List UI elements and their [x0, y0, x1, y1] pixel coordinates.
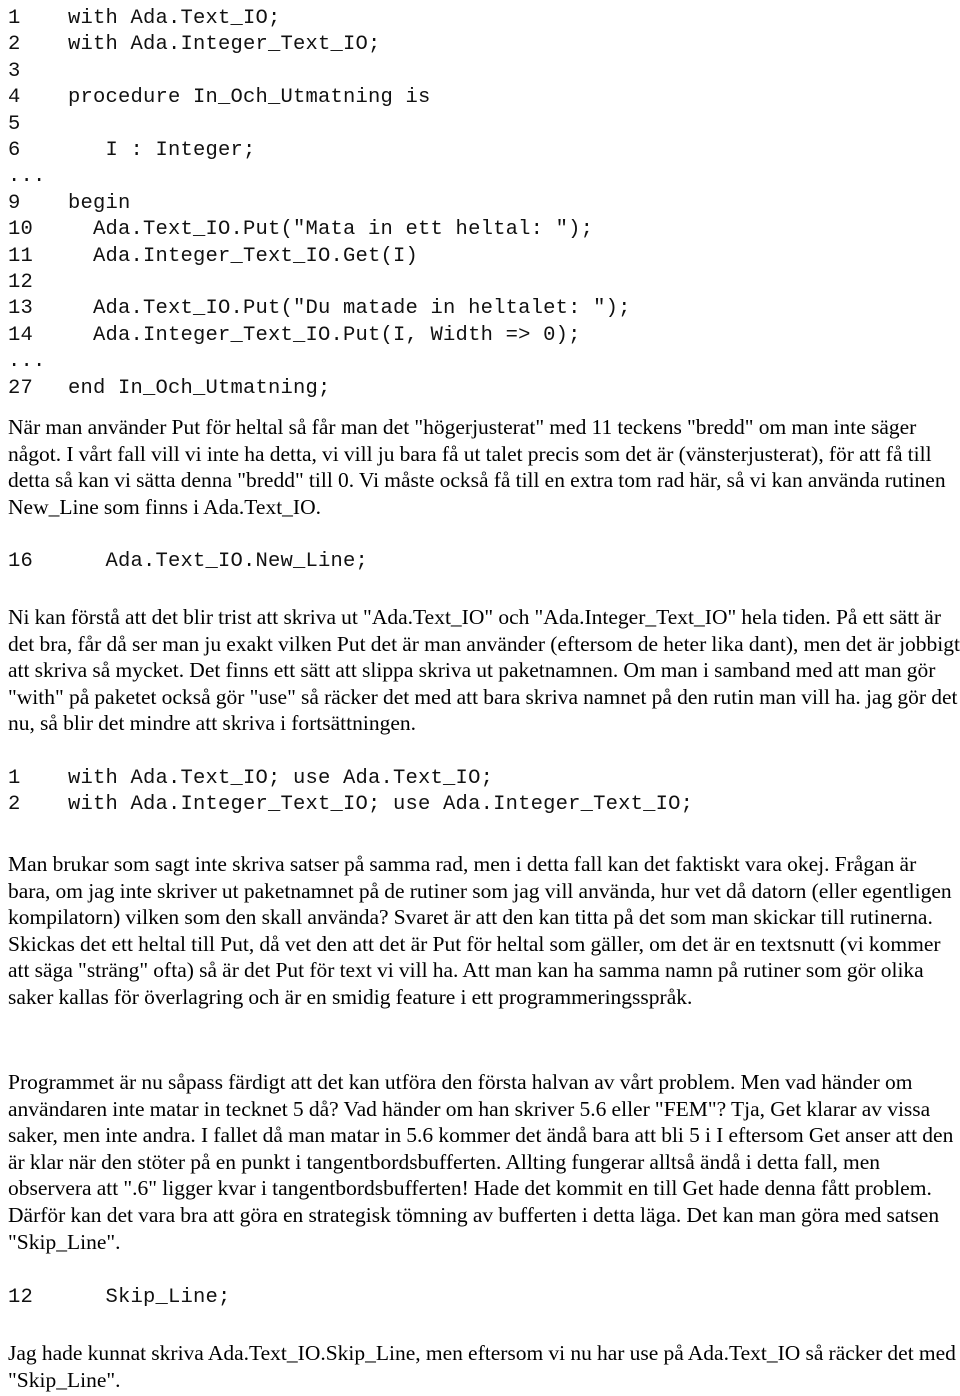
code-line-number: 16	[8, 550, 34, 573]
code-line-source: begin	[68, 191, 131, 215]
code-line-number: 10	[8, 218, 34, 242]
code-line-source: with Ada.Text_IO;	[68, 7, 281, 30]
code-line: 27 end In_Och_Utmatning;	[0, 376, 960, 402]
paragraph-with-use: Ni kan förstå att det blir trist att skr…	[8, 605, 960, 736]
document-page: 1 with Ada.Text_IO; 2 with Ada.Integer_Text…	[0, 0, 960, 1396]
code-line-source: with Ada.Text_IO; use Ada.Text_IO;	[68, 767, 494, 790]
paragraph-put-width: När man använder Put för heltal så får m…	[8, 415, 946, 519]
code-line: 16 Ada.Text_IO.New_Line;	[0, 549, 960, 575]
code-block-with-use: 1 with Ada.Text_IO; use Ada.Text_IO; 2 with…	[0, 766, 960, 819]
code-line-source: Ada.Integer_Text_IO.Get(I)	[68, 244, 419, 268]
code-line-source: Ada.Text_IO.Put("Du matade in heltalet: …	[68, 297, 631, 321]
code-line-source: end In_Och_Utmatning;	[68, 376, 331, 400]
code-line: 9 begin	[0, 191, 960, 217]
paragraph-skip-line-note: Jag hade kunnat skriva Ada.Text_IO.Skip_…	[8, 1341, 956, 1392]
code-line: 11 Ada.Integer_Text_IO.Get(I)	[0, 244, 960, 270]
code-line-number: 12	[8, 1286, 34, 1309]
code-line: 2 with Ada.Integer_Text_IO; use Ada.Integ…	[0, 792, 960, 818]
code-line: 13 Ada.Text_IO.Put("Du matade in heltale…	[0, 296, 960, 322]
code-line: 10 Ada.Text_IO.Put("Mata in ett heltal: …	[0, 217, 960, 243]
code-line: 12 Skip_Line;	[0, 1285, 960, 1311]
code-line: 1 with Ada.Text_IO; use Ada.Text_IO;	[0, 766, 960, 792]
code-line: 14 Ada.Integer_Text_IO.Put(I, Width => 0…	[0, 323, 960, 349]
code-line-source: Ada.Text_IO.New_Line;	[68, 550, 369, 573]
code-line-number: 1	[8, 767, 21, 790]
code-line-source: procedure In_Och_Utmatning is	[68, 86, 431, 110]
code-line-number: 9	[8, 191, 21, 215]
code-line-number: 3	[8, 59, 21, 83]
code-line-source: Skip_Line;	[68, 1286, 231, 1309]
code-line: 3	[0, 59, 960, 85]
code-line-number: 5	[8, 112, 21, 136]
code-line-number: 14	[8, 323, 34, 347]
code-line-source: Ada.Text_IO.Put("Mata in ett heltal: ");	[68, 218, 594, 242]
code-line-number: 11	[8, 244, 34, 268]
paragraph-get-buffer: Programmet är nu såpass färdigt att det …	[8, 1070, 954, 1254]
code-line-source: with Ada.Integer_Text_IO;	[68, 33, 381, 57]
code-line: ...	[0, 349, 960, 375]
code-line: 6 I : Integer;	[0, 138, 960, 164]
code-line-number: ...	[8, 350, 46, 374]
paragraph-overloading: Man brukar som sagt inte skriva satser p…	[8, 852, 952, 1009]
code-line-number: 12	[8, 271, 34, 295]
code-line-number: 2	[8, 33, 21, 57]
code-line: 4 procedure In_Och_Utmatning is	[0, 85, 960, 111]
code-line-number: 6	[8, 139, 21, 163]
code-block-ada-program: 1 with Ada.Text_IO; 2 with Ada.Integer_Text…	[0, 6, 960, 402]
code-block-new-line: 16 Ada.Text_IO.New_Line;	[0, 549, 960, 575]
code-line: 2 with Ada.Integer_Text_IO;	[0, 32, 960, 58]
code-line-number: 13	[8, 297, 34, 321]
code-line-number: ...	[8, 165, 46, 189]
code-line: ...	[0, 164, 960, 190]
code-line-source: with Ada.Integer_Text_IO; use Ada.Intege…	[68, 793, 694, 817]
code-line-number: 2	[8, 793, 21, 817]
code-line-number: 1	[8, 7, 21, 30]
code-line-number: 4	[8, 86, 21, 110]
code-line: 12	[0, 270, 960, 296]
code-line-source: I : Integer;	[68, 139, 256, 163]
code-block-skip-line: 12 Skip_Line;	[0, 1285, 960, 1311]
code-line-number: 27	[8, 376, 34, 400]
code-line-source: Ada.Integer_Text_IO.Put(I, Width => 0);	[68, 323, 581, 347]
code-line: 5	[0, 112, 960, 138]
code-line: 1 with Ada.Text_IO;	[0, 6, 960, 32]
